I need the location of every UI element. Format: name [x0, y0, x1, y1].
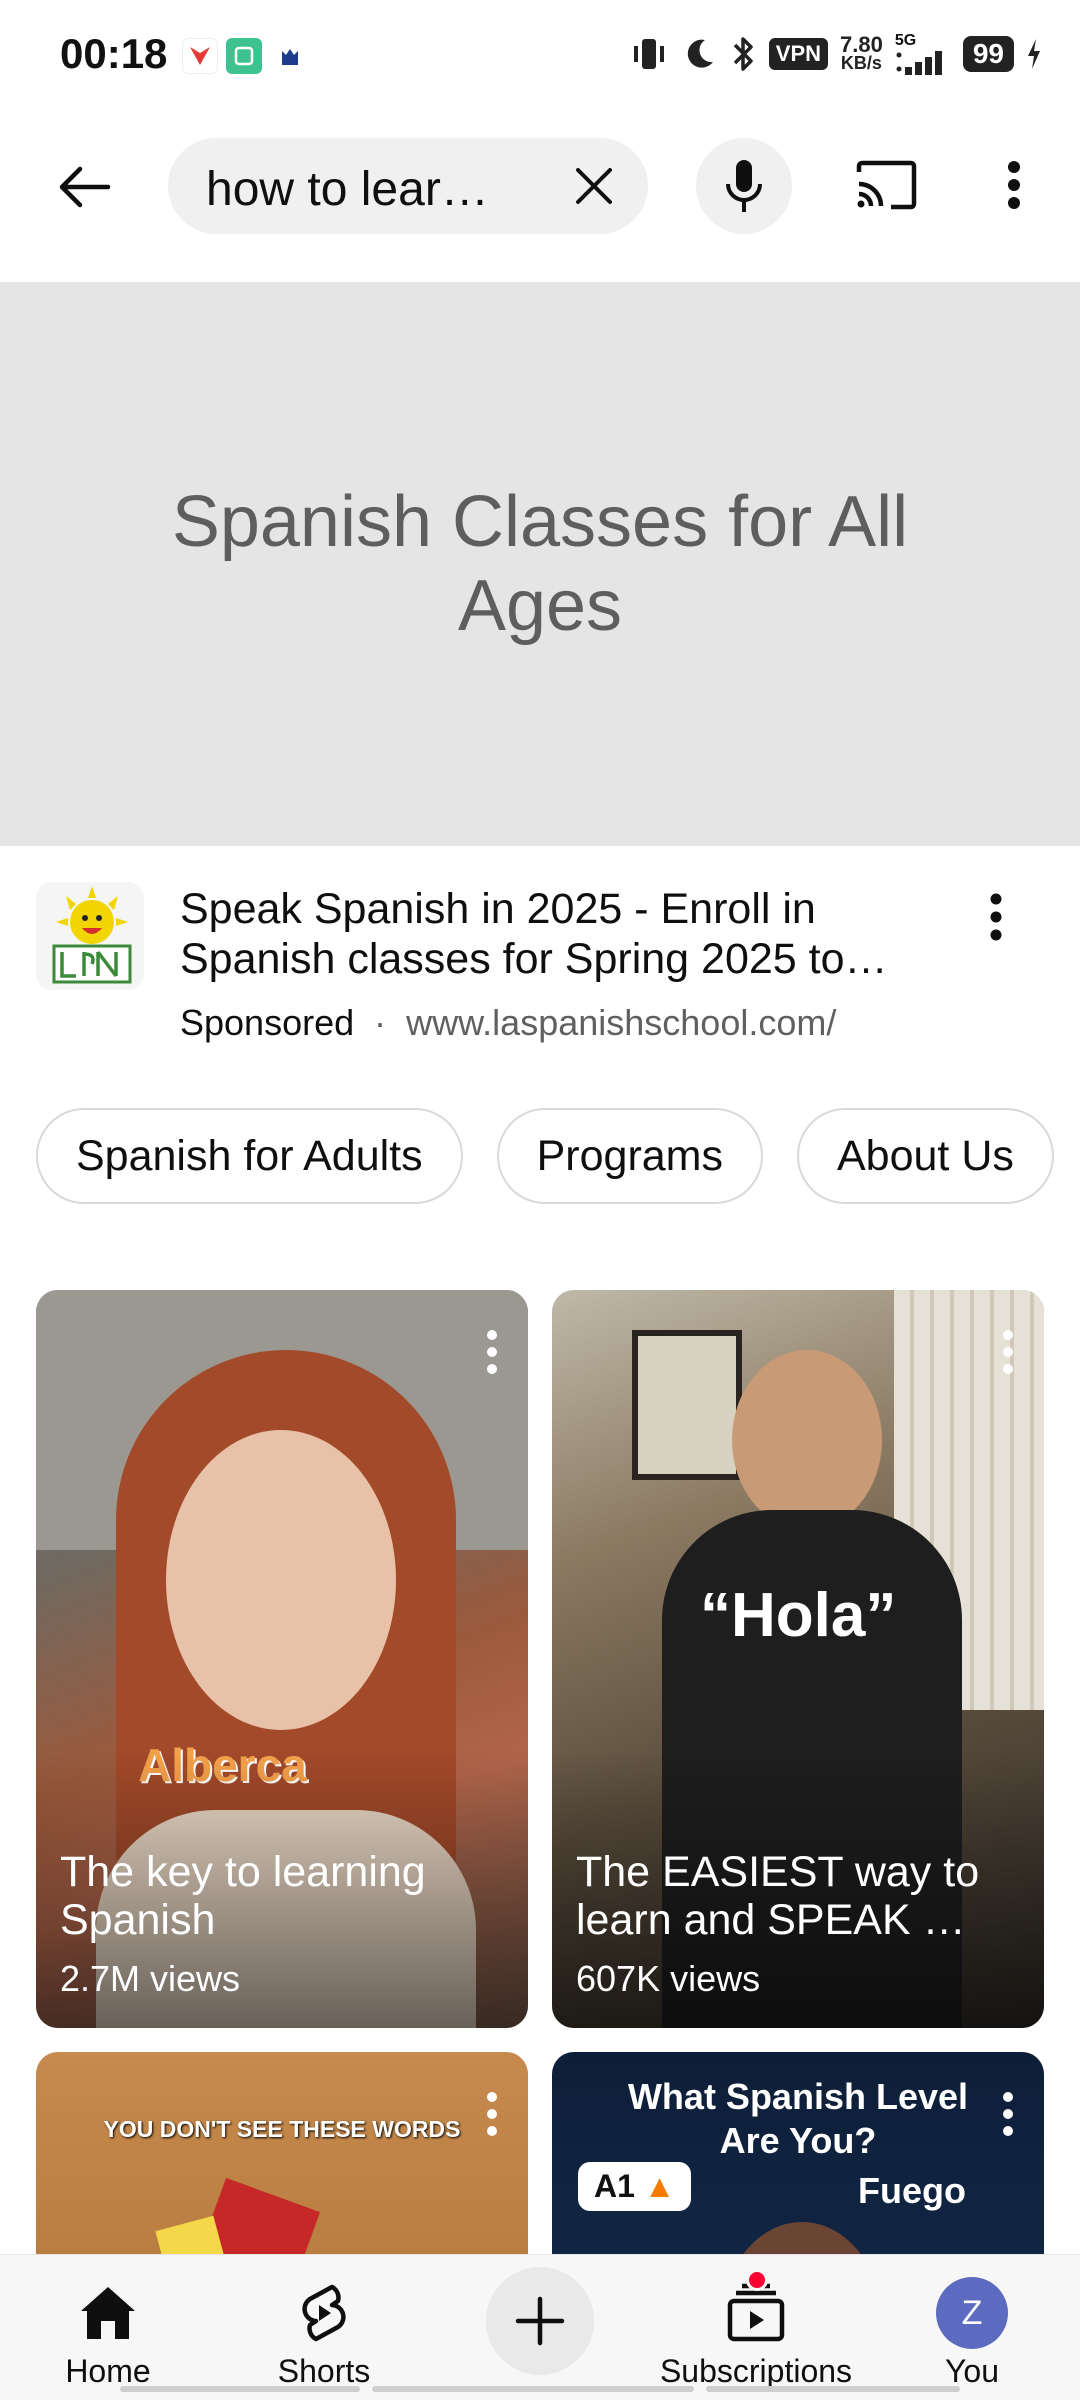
charging-icon	[1026, 37, 1042, 71]
thumbnail-overlay-line1: What Spanish Level	[627, 2076, 969, 2117]
ad-more-button[interactable]	[976, 882, 1016, 952]
status-bar: 00:18 VPN 7.80 KB/s 5G 99	[0, 0, 1080, 112]
nav-home[interactable]: Home	[40, 2255, 176, 2400]
speed-value: 7.80	[840, 32, 883, 57]
battery-level: 99	[962, 36, 1014, 72]
create-button[interactable]	[486, 2267, 594, 2375]
back-button[interactable]	[44, 152, 124, 222]
level-badge: A1 ▲	[578, 2162, 692, 2211]
fire-icon: ▲	[643, 2168, 676, 2204]
voice-search-button[interactable]	[696, 138, 792, 234]
plus-icon	[515, 2296, 565, 2346]
ad-sitelinks: Spanish for Adults Programs About Us	[36, 1108, 1080, 1204]
nav-home-label: Home	[65, 2353, 151, 2389]
sponsored-label: Sponsored	[180, 1002, 355, 1043]
back-arrow-icon	[59, 166, 111, 208]
more-vert-icon	[487, 2092, 497, 2136]
video-title: The EASIEST way to learn and SPEAK …	[576, 1848, 980, 1944]
notification-app-icon	[272, 38, 308, 74]
video-title: The key to learning Spanish	[60, 1848, 426, 1944]
ad-title-line1: Speak Spanish in 2025 - Enroll in	[180, 885, 816, 933]
profile-avatar: Z	[936, 2277, 1008, 2349]
cast-button[interactable]	[846, 150, 926, 220]
nav-shorts[interactable]: Shorts	[256, 2255, 392, 2400]
more-vert-icon	[1008, 161, 1020, 209]
search-header: how to lear…	[0, 130, 1080, 240]
thumbnail-overlay-text: YOU DON'T SEE THESE WORDS	[103, 2116, 461, 2142]
signal-icon: 5G	[895, 33, 951, 75]
more-vert-icon	[1003, 1330, 1013, 1374]
bluetooth-icon	[729, 35, 757, 73]
microphone-icon	[726, 160, 762, 212]
notification-app-icon	[226, 38, 262, 74]
thumbnail-overlay-line2: Are You?	[719, 2120, 877, 2161]
level-text: A1	[594, 2168, 635, 2204]
nav-shorts-label: Shorts	[277, 2353, 371, 2389]
search-box[interactable]: how to lear…	[168, 138, 648, 234]
ad-title[interactable]: Speak Spanish in 2025 - Enroll in Spanis…	[180, 884, 920, 984]
chip-spanish-for-adults[interactable]: Spanish for Adults	[36, 1108, 463, 1204]
more-vert-icon	[990, 893, 1002, 941]
thumbnail-word: Fuego	[858, 2170, 966, 2211]
search-query[interactable]: how to lear…	[206, 162, 506, 217]
moon-icon	[681, 36, 717, 72]
thumbnail-overlay-text: “Hola”	[700, 1581, 897, 1650]
status-time: 00:18	[60, 30, 168, 77]
video-views: 607K views	[576, 1958, 761, 1999]
vpn-badge: VPN	[768, 38, 829, 70]
more-vert-icon	[1003, 2092, 1013, 2136]
gesture-bar	[120, 2386, 360, 2392]
clear-search-button[interactable]	[568, 160, 620, 212]
card-more-button[interactable]	[998, 1324, 1018, 1380]
gesture-bar	[372, 2386, 694, 2392]
card-more-button[interactable]	[482, 2086, 502, 2142]
nav-you-label: You	[945, 2353, 999, 2389]
notification-dot	[746, 2269, 768, 2291]
shorts-icon	[296, 2277, 352, 2349]
gesture-bar	[706, 2386, 960, 2392]
cast-icon	[856, 160, 917, 210]
chip-programs[interactable]: Programs	[496, 1108, 763, 1204]
network-type: 5G	[894, 32, 917, 49]
chip-about-us[interactable]: About Us	[797, 1108, 1054, 1204]
vibrate-icon	[629, 36, 669, 72]
ad-url[interactable]: www.laspanishschool.com/	[406, 1002, 836, 1043]
network-speed: 7.80 KB/s	[840, 32, 883, 73]
status-icons: VPN 7.80 KB/s 5G 99	[629, 30, 1042, 78]
home-icon	[77, 2277, 139, 2349]
ad-title-line2: Spanish classes for Spring 2025 to…	[180, 935, 888, 983]
speed-unit: KB/s	[840, 53, 882, 73]
shorts-card[interactable]: “Hola” The EASIEST way to learn and SPEA…	[552, 1290, 1044, 2028]
meta-separator: ·	[374, 1002, 387, 1043]
video-views: 2.7M views	[60, 1958, 241, 1999]
nav-you[interactable]: Z You	[904, 2255, 1040, 2400]
shorts-card[interactable]: Alberca The key to learning Spanish 2.7M…	[36, 1290, 528, 2028]
close-icon	[576, 168, 612, 204]
more-vert-icon	[487, 1330, 497, 1374]
avatar: Z	[936, 2277, 1008, 2349]
more-options-button[interactable]	[990, 150, 1038, 220]
ad-meta: Sponsored · www.laspanishschool.com/	[180, 1002, 836, 1044]
nav-subscriptions[interactable]: Subscriptions	[656, 2255, 856, 2400]
card-more-button[interactable]	[482, 1324, 502, 1380]
thumbnail-face	[166, 1430, 396, 1730]
bottom-navigation: Home Shorts Subscriptions Z You	[0, 2254, 1080, 2400]
thumbnail-face	[732, 1350, 882, 1530]
advertiser-logo[interactable]	[36, 882, 144, 990]
notification-app-icon	[182, 38, 218, 74]
card-more-button[interactable]	[998, 2086, 1018, 2142]
ad-info[interactable]: Speak Spanish in 2025 - Enroll in Spanis…	[0, 882, 1080, 1052]
ad-banner-title: Spanish Classes for All Ages	[171, 482, 909, 646]
thumbnail-picture-frame	[632, 1330, 742, 1480]
ad-banner[interactable]: Spanish Classes for All Ages	[0, 282, 1080, 846]
nav-subscriptions-label: Subscriptions	[659, 2353, 853, 2389]
